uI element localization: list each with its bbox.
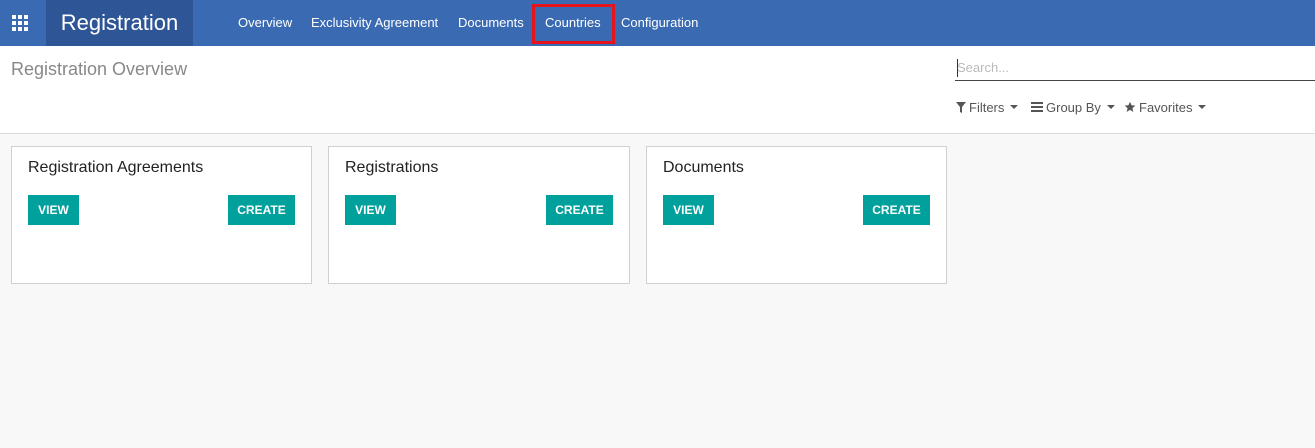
search-input[interactable] (955, 55, 1315, 81)
chevron-down-icon (1106, 105, 1115, 109)
view-button[interactable]: VIEW (28, 195, 79, 225)
page-title: Registration Overview (11, 59, 188, 79)
grid-icon (12, 15, 28, 31)
filter-icon (956, 101, 966, 113)
card-title: Registrations (345, 159, 439, 176)
group-by-label: Group By (1046, 99, 1101, 115)
card-registrations: Registrations VIEW CREATE (328, 146, 630, 284)
text-cursor (957, 59, 958, 77)
menu-item-overview[interactable]: Overview (238, 0, 292, 46)
create-button[interactable]: CREATE (863, 195, 930, 225)
list-icon (1031, 102, 1043, 112)
card-title: Registration Agreements (28, 159, 204, 176)
countries-highlight-box (532, 4, 615, 44)
create-button[interactable]: CREATE (228, 195, 295, 225)
apps-menu-button[interactable] (0, 0, 40, 46)
chevron-down-icon (1198, 105, 1207, 109)
app-brand-title[interactable]: Registration (46, 0, 193, 46)
group-by-button[interactable]: Group By (1031, 98, 1115, 116)
menu-item-exclusivity-agreement[interactable]: Exclusivity Agreement (311, 0, 438, 46)
menu-item-configuration[interactable]: Configuration (621, 0, 698, 46)
create-button[interactable]: CREATE (546, 195, 613, 225)
card-title: Documents (663, 159, 744, 176)
card-documents: Documents VIEW CREATE (646, 146, 947, 284)
chevron-down-icon (1010, 105, 1019, 109)
favorites-button[interactable]: Favorites (1124, 98, 1207, 116)
star-icon (1124, 101, 1136, 113)
top-navbar: Registration Overview Exclusivity Agreem… (0, 0, 1315, 46)
view-button[interactable]: VIEW (345, 195, 396, 225)
control-panel: Registration Overview Filters Group By F… (0, 46, 1315, 134)
card-registration-agreements: Registration Agreements VIEW CREATE (11, 146, 312, 284)
filters-label: Filters (969, 99, 1005, 115)
view-button[interactable]: VIEW (663, 195, 714, 225)
menu-item-documents[interactable]: Documents (458, 0, 524, 46)
filters-button[interactable]: Filters (956, 98, 1019, 116)
favorites-label: Favorites (1139, 99, 1193, 115)
